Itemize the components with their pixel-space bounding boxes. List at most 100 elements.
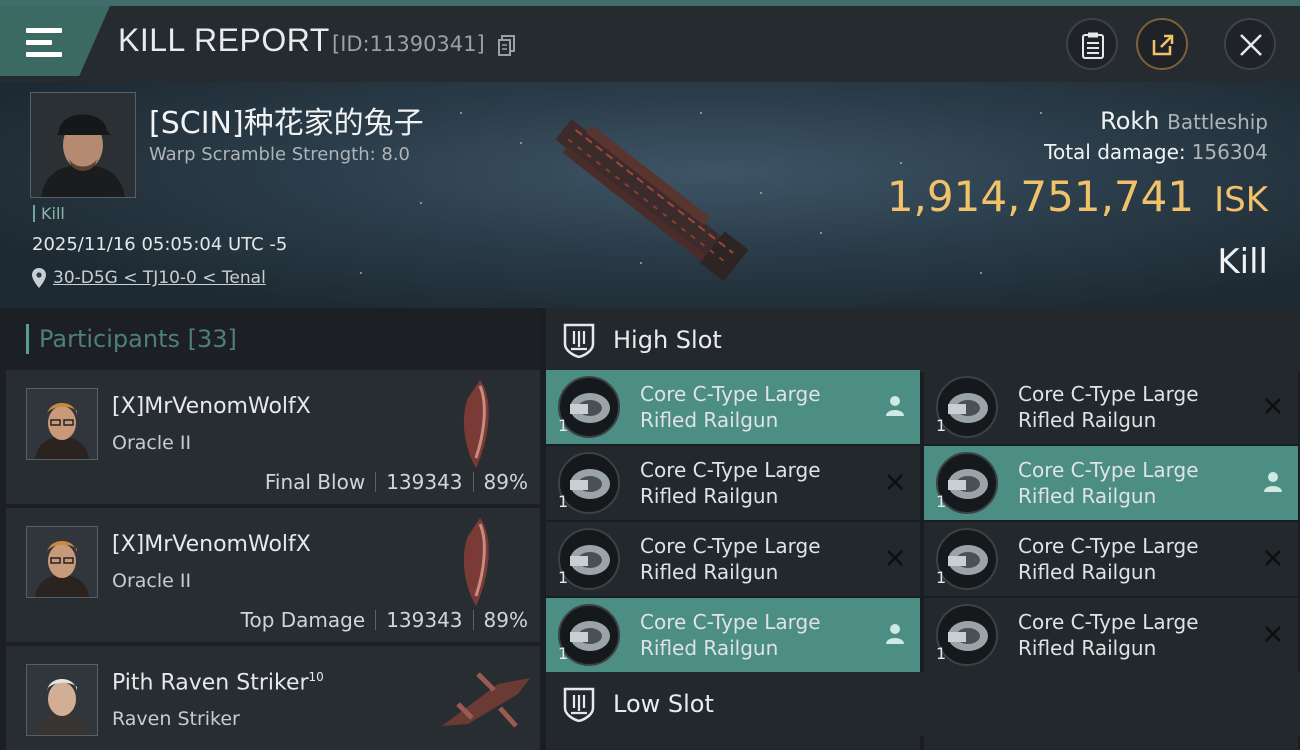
high-slot-module[interactable]: 1 Core C-Type Large Rifled Railgun: [924, 598, 1298, 672]
person-icon: [1264, 472, 1282, 492]
participant-stats: Final Blow 139343 89%: [265, 470, 528, 494]
participant-stats: Top Damage 139343 89%: [241, 608, 528, 632]
share-icon: [1152, 34, 1174, 56]
module-name-line1: Core C-Type Large: [640, 610, 821, 634]
participant-role: Top Damage: [240, 608, 366, 632]
participants-header[interactable]: Participants [33]: [26, 324, 237, 354]
participant-percent: 89%: [483, 608, 528, 632]
module-name-line2: Rifled Railgun: [640, 560, 779, 584]
oracle-ship-icon: [463, 518, 489, 606]
share-button[interactable]: [1136, 18, 1188, 70]
module-name-line2: Rifled Railgun: [640, 636, 779, 660]
low-slot-header: Low Slot: [546, 672, 1300, 736]
pilot-avatar-icon: [27, 665, 97, 735]
participant-name: [X]MrVenomWolfX: [112, 394, 311, 419]
module-quantity: 1: [936, 492, 947, 511]
ship-class: Battleship: [1167, 110, 1268, 134]
destroyed-icon: [1265, 398, 1281, 414]
high-slot-module[interactable]: 1 Core C-Type Large Rifled Railgun: [924, 370, 1298, 444]
pilot-avatar-icon: [27, 389, 97, 459]
high-slot-module[interactable]: 1 Core C-Type Large Rifled Railgun: [546, 598, 920, 672]
participant-ship: Raven Striker: [112, 708, 240, 730]
participant-avatar: [26, 388, 98, 460]
participant-role: Final Blow: [264, 470, 366, 494]
module-quantity: 1: [558, 492, 569, 511]
module-name-line1: Core C-Type Large: [1018, 610, 1199, 634]
high-slot-module[interactable]: 1 Core C-Type Large Rifled Railgun: [546, 522, 920, 596]
low-slot-module[interactable]: [924, 734, 1298, 750]
module-name-line1: Core C-Type Large: [1018, 534, 1199, 558]
page-title: KILL REPORT: [118, 22, 330, 58]
clipboard-button[interactable]: [1066, 18, 1118, 70]
fitting-panel: High Slot 1 Core C-Type Large Rifled Railg…: [540, 308, 1300, 750]
person-icon: [886, 396, 904, 416]
copy-icon[interactable]: [498, 35, 516, 57]
low-slot-icon: [563, 687, 595, 722]
participants-count: [33]: [187, 325, 237, 353]
low-slot-module[interactable]: [546, 734, 920, 750]
participant-card[interactable]: Pith Raven Striker10 Raven Striker: [6, 646, 540, 750]
participant-name: Pith Raven Striker10: [112, 670, 324, 695]
kill-location-link[interactable]: 30-D5G < TJ10-0 < Tenal: [53, 268, 266, 288]
victim-portrait[interactable]: [30, 92, 136, 198]
module-name-line2: Rifled Railgun: [1018, 484, 1157, 508]
person-icon: [886, 624, 904, 644]
close-button[interactable]: [1224, 18, 1276, 70]
destroyed-icon: [887, 474, 903, 490]
victim-ship: Rokh Battleship: [1100, 107, 1268, 135]
module-quantity: 1: [558, 644, 569, 663]
high-slot-module[interactable]: 1 Core C-Type Large Rifled Railgun: [924, 446, 1298, 520]
module-name-line2: Rifled Railgun: [640, 484, 779, 508]
high-slot-label: High Slot: [613, 326, 722, 354]
close-icon: [1240, 34, 1262, 56]
participant-avatar: [26, 664, 98, 736]
high-slot-module[interactable]: 1 Core C-Type Large Rifled Railgun: [924, 522, 1298, 596]
hamburger-icon: [26, 28, 62, 58]
destroyed-icon: [1265, 626, 1281, 642]
participant-name-text: Pith Raven Striker: [112, 670, 309, 696]
participant-card[interactable]: [X]MrVenomWolfX Oracle II Top Damage 1393…: [6, 508, 540, 642]
isk-unit: ISK: [1214, 180, 1268, 220]
module-quantity: 1: [936, 416, 947, 435]
module-name-line1: Core C-Type Large: [640, 534, 821, 558]
clipboard-icon: [1082, 32, 1104, 59]
pilot-avatar-icon: [27, 527, 97, 597]
high-slot-icon: [563, 323, 595, 358]
kill-tag: Kill: [33, 205, 65, 222]
high-slot-module[interactable]: 1 Core C-Type Large Rifled Railgun: [546, 446, 920, 520]
high-slot-header: High Slot: [546, 308, 1300, 372]
low-slot-label: Low Slot: [613, 690, 714, 718]
ship-name: Rokh: [1100, 107, 1160, 135]
participant-card[interactable]: [X]MrVenomWolfX Oracle II Final Blow 1393…: [6, 370, 540, 504]
kill-id: [ID:11390341]: [332, 32, 485, 56]
module-name-line1: Core C-Type Large: [640, 458, 821, 482]
isk-value: 1,914,751,741 ISK: [887, 172, 1268, 221]
victim-name: [SCIN]种花家的兔子: [149, 106, 424, 141]
location-pin-icon: [32, 268, 46, 288]
total-damage-value: 156304: [1191, 140, 1268, 164]
raven-striker-ship-icon: [442, 672, 530, 728]
isk-amount: 1,914,751,741: [886, 172, 1195, 221]
destroyed-icon: [887, 550, 903, 566]
victim-banner: [SCIN]种花家的兔子 Warp Scramble Strength: 8.0…: [0, 82, 1300, 308]
module-name-line2: Rifled Railgun: [1018, 636, 1157, 660]
kill-result: Kill: [1217, 242, 1268, 282]
module-name-line1: Core C-Type Large: [1018, 382, 1199, 406]
high-slot-module[interactable]: 1 Core C-Type Large Rifled Railgun: [546, 370, 920, 444]
destroyed-icon: [1265, 550, 1281, 566]
participant-name: [X]MrVenomWolfX: [112, 532, 311, 557]
kill-timestamp: 2025/11/16 05:05:04 UTC -5: [32, 234, 288, 255]
warp-scramble-strength: Warp Scramble Strength: 8.0: [149, 144, 411, 165]
module-name-line1: Core C-Type Large: [640, 382, 821, 406]
module-quantity: 1: [936, 568, 947, 587]
participants-label: Participants: [39, 325, 180, 353]
module-name-line2: Rifled Railgun: [1018, 408, 1157, 432]
total-damage-label: Total damage:: [1044, 140, 1186, 164]
participant-damage: 139343: [386, 608, 463, 632]
participant-percent: 89%: [483, 470, 528, 494]
victim-ship-image: [555, 119, 749, 282]
module-name-line1: Core C-Type Large: [1018, 458, 1199, 482]
participant-ship: Oracle II: [112, 570, 192, 592]
module-name-line2: Rifled Railgun: [640, 408, 779, 432]
module-quantity: 1: [558, 568, 569, 587]
